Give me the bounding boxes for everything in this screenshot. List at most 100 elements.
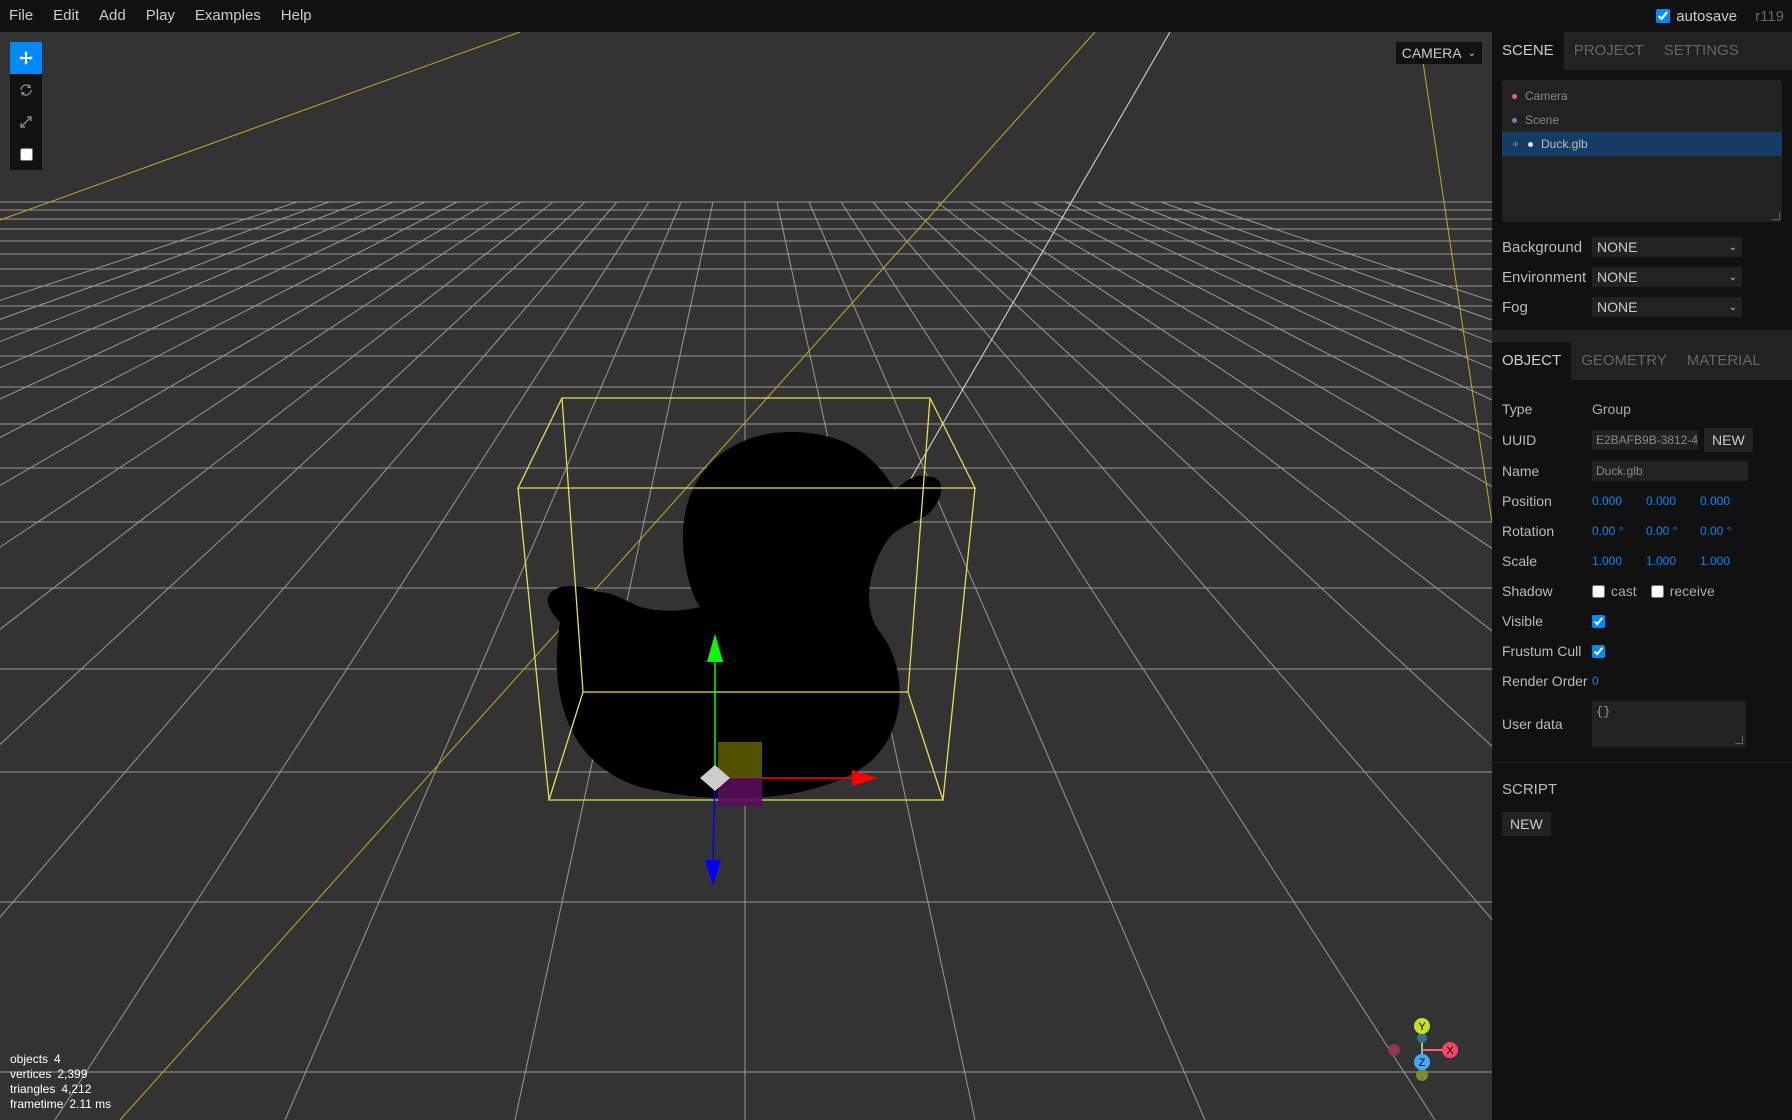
chevron-down-icon: ⌄ <box>1728 301 1737 313</box>
menu-add[interactable]: Add <box>89 0 136 32</box>
background-select[interactable]: NONE ⌄ <box>1592 237 1742 257</box>
scale-row: Scale 1.000 1.000 1.000 <box>1502 546 1782 576</box>
new-script-button[interactable]: NEW <box>1502 812 1551 836</box>
grid-line <box>0 201 490 486</box>
menu-examples[interactable]: Examples <box>185 0 271 32</box>
gizmo-z-arrow <box>705 860 721 886</box>
axis-x-label: X <box>1446 1045 1454 1057</box>
grid-line <box>1000 201 1492 488</box>
view-helper[interactable]: Y X Z <box>1372 1000 1472 1100</box>
rotation-label: Rotation <box>1502 523 1555 539</box>
sidebar-tabs: SCENE PROJECT SETTINGS <box>1492 32 1792 70</box>
scale-x-input[interactable]: 1.000 <box>1592 554 1646 568</box>
camera-select[interactable]: CAMERA ⌄ <box>1395 42 1482 64</box>
camera-select-value: CAMERA <box>1401 45 1462 61</box>
menu-play[interactable]: Play <box>136 0 185 32</box>
position-z-input[interactable]: 0.000 <box>1700 494 1754 508</box>
outliner-item-label: Duck.glb <box>1541 137 1588 151</box>
environment-select[interactable]: NONE ⌄ <box>1592 267 1742 287</box>
scene-info: objects 4 vertices 2,399 triangles 4,212 fr… <box>10 1052 111 1112</box>
background-label: Background <box>1502 238 1583 256</box>
rotation-y-input[interactable]: 0.00 ° <box>1646 524 1700 538</box>
autosave-checkbox[interactable] <box>1656 9 1671 23</box>
viewport[interactable]: CAMERA ⌄ objects 4 vertices 2,399 triangle… <box>0 32 1492 1120</box>
user-data-text: {} <box>1596 705 1611 719</box>
tab-object[interactable]: OBJECT <box>1492 342 1572 380</box>
menu-edit[interactable]: Edit <box>43 0 89 32</box>
outliner-item-scene[interactable]: Scene <box>1502 108 1782 132</box>
divider <box>1492 330 1792 342</box>
tab-material[interactable]: MATERIAL <box>1677 342 1771 380</box>
environment-row: Environment NONE ⌄ <box>1502 262 1782 292</box>
info-frametime: frametime 2.11 ms <box>10 1097 112 1111</box>
grid-line <box>872 201 1492 921</box>
script-title: SCRIPT <box>1502 781 1558 798</box>
axis-z-label: Z <box>1419 1057 1426 1069</box>
scale-icon <box>20 116 32 128</box>
fog-label: Fog <box>1502 298 1528 316</box>
menu-file[interactable]: File <box>0 0 43 32</box>
rotate-tool[interactable] <box>10 74 42 106</box>
grid-line <box>1096 201 1492 370</box>
object-panel: Type Group UUID E2BAFB9B-3812-4 NEW Name… <box>1492 380 1792 773</box>
fog-row: Fog NONE ⌄ <box>1502 292 1782 322</box>
position-y-input[interactable]: 0.000 <box>1646 494 1700 508</box>
transform-toolbar <box>10 42 42 170</box>
tab-geometry[interactable]: GEOMETRY <box>1571 342 1677 380</box>
uuid-row: UUID E2BAFB9B-3812-4 NEW <box>1502 424 1782 456</box>
axis-neg-z[interactable] <box>1417 1033 1427 1043</box>
visible-checkbox[interactable] <box>1592 614 1605 628</box>
scale-y-input[interactable]: 1.000 <box>1646 554 1700 568</box>
outliner-item-camera[interactable]: Camera <box>1502 84 1782 108</box>
environment-label: Environment <box>1502 268 1587 286</box>
axis-neg-x[interactable] <box>1388 1044 1400 1056</box>
tab-scene[interactable]: SCENE <box>1492 32 1564 70</box>
frustum-cull-checkbox[interactable] <box>1592 644 1605 658</box>
rotation-x-input[interactable]: 0.00 ° <box>1592 524 1646 538</box>
background-row: Background NONE ⌄ <box>1502 232 1782 262</box>
visible-label: Visible <box>1502 613 1543 629</box>
grid-line <box>0 201 394 369</box>
expand-icon[interactable]: + <box>1512 132 1522 156</box>
autosave-toggle[interactable]: autosave <box>1656 8 1737 25</box>
shadow-receive-checkbox[interactable] <box>1650 584 1664 598</box>
translate-tool[interactable] <box>10 42 42 74</box>
position-x-input[interactable]: 0.000 <box>1592 494 1646 508</box>
scene-dot-icon <box>1512 117 1517 123</box>
resize-handle-icon[interactable] <box>1772 212 1780 220</box>
shadow-cast-checkbox[interactable] <box>1592 584 1605 598</box>
outliner-item-label: Scene <box>1525 113 1560 127</box>
cast-label: cast <box>1611 583 1637 599</box>
rotation-z-input[interactable]: 0.00 ° <box>1700 524 1754 538</box>
grid-line <box>1160 201 1492 321</box>
fog-select[interactable]: NONE ⌄ <box>1592 297 1742 317</box>
scene-canvas[interactable] <box>0 32 1492 1120</box>
scale-tool[interactable] <box>10 106 42 138</box>
grid-line <box>1128 201 1492 343</box>
tab-project[interactable]: PROJECT <box>1564 32 1654 70</box>
rotate-icon <box>20 84 32 96</box>
uuid-field: E2BAFB9B-3812-4 <box>1592 430 1698 450</box>
outliner-item-duck[interactable]: + Duck.glb <box>1502 132 1782 156</box>
uuid-label: UUID <box>1502 432 1537 448</box>
move-icon <box>19 51 33 65</box>
grid-line <box>904 201 1492 747</box>
resize-handle-icon[interactable] <box>1735 736 1743 744</box>
object-dot-icon <box>1528 141 1533 147</box>
name-input[interactable]: Duck.glb <box>1592 461 1748 481</box>
info-vertices: vertices 2,399 <box>10 1067 88 1081</box>
local-space-toggle[interactable] <box>10 138 42 170</box>
uuid-new-button[interactable]: NEW <box>1704 428 1753 452</box>
scale-z-input[interactable]: 1.000 <box>1700 554 1754 568</box>
axis-neg-y[interactable] <box>1416 1069 1428 1081</box>
menu-help[interactable]: Help <box>271 0 322 32</box>
info-triangles: triangles 4,212 <box>10 1082 92 1096</box>
local-space-checkbox[interactable] <box>19 147 33 161</box>
render-order-input[interactable]: 0 <box>1592 674 1646 688</box>
tab-settings[interactable]: SETTINGS <box>1654 32 1749 70</box>
autosave-label: autosave <box>1676 7 1738 25</box>
scene-outliner[interactable]: Camera Scene + Duck.glb <box>1502 80 1782 222</box>
version-label: r119 <box>1755 7 1784 25</box>
user-data-textarea[interactable]: {} <box>1592 701 1746 747</box>
object-tabs: OBJECT GEOMETRY MATERIAL <box>1492 342 1792 380</box>
